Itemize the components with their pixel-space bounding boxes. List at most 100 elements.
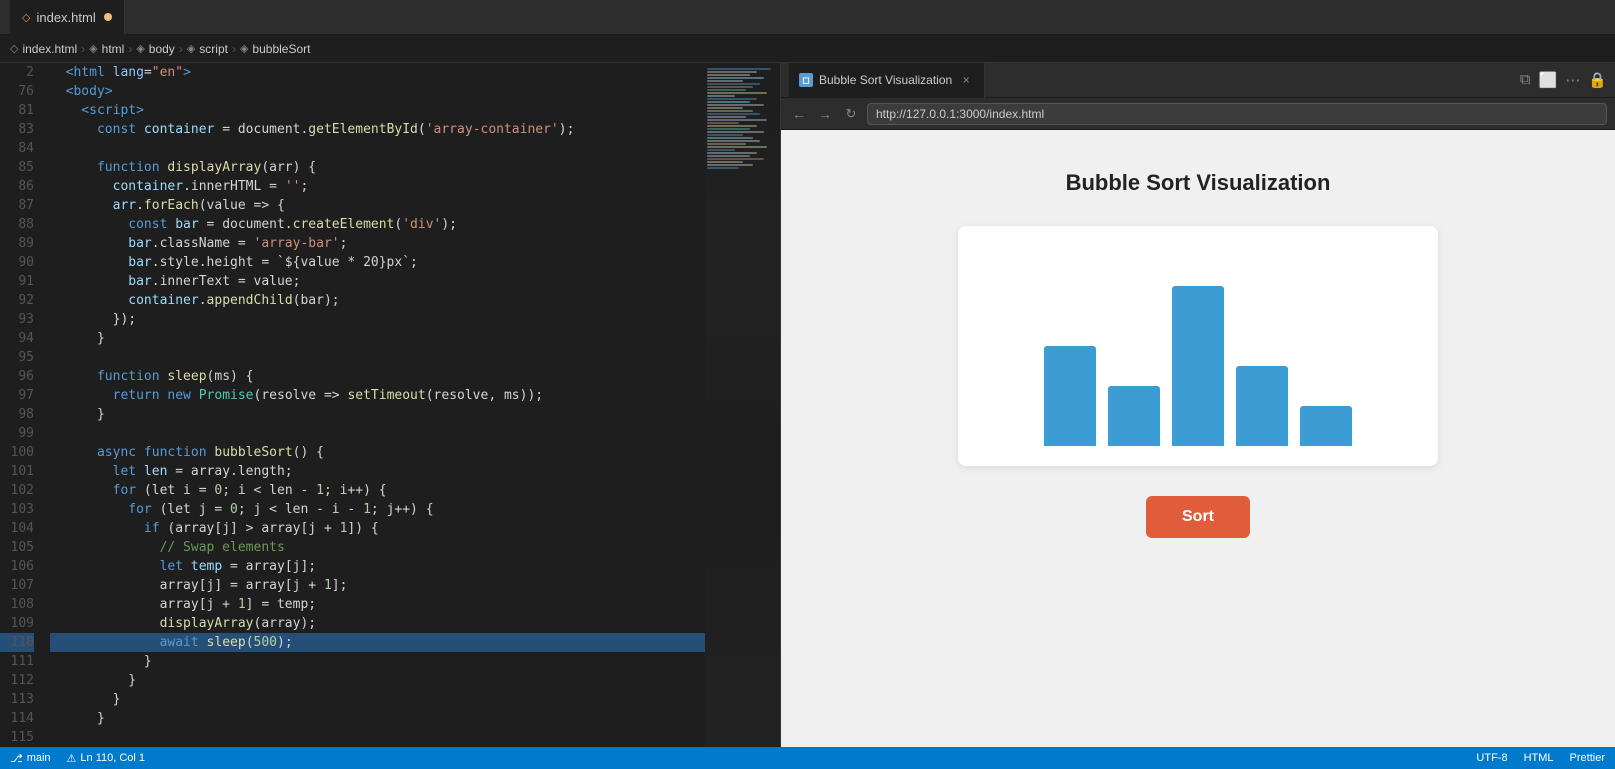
more-actions-icon[interactable]: ⋯ — [1565, 71, 1580, 89]
code-line: await sleep(500); — [50, 633, 705, 652]
line-numbers: 2768183848586878889909192939495969798991… — [0, 63, 40, 747]
breadcrumb-fn-icon: ◈ — [240, 42, 248, 55]
breadcrumb-item-0[interactable]: index.html — [22, 42, 77, 56]
code-line: container.appendChild(bar); — [50, 291, 705, 310]
bar-rect — [1108, 386, 1160, 446]
code-line: <html lang="en"> — [50, 63, 705, 82]
breadcrumb-item-4[interactable]: bubbleSort — [252, 42, 310, 56]
minimap — [705, 63, 780, 747]
bar-item: 2 — [1300, 387, 1352, 446]
breadcrumb: ◇ index.html › ◈ html › ◈ body › ◈ scrip… — [0, 35, 1615, 63]
bar-item: 3 — [1108, 367, 1160, 446]
bar-item: 5 — [1044, 327, 1096, 446]
status-branch: ⎇ main — [10, 752, 51, 765]
main-content: 2768183848586878889909192939495969798991… — [0, 63, 1615, 747]
code-line — [50, 728, 705, 747]
git-branch-icon: ⎇ — [10, 752, 23, 765]
code-lines[interactable]: <html lang="en"> <body> <script> const c… — [40, 63, 705, 747]
code-line: return new Promise(resolve => setTimeout… — [50, 386, 705, 405]
sort-button[interactable]: Sort — [1146, 496, 1250, 538]
viz-title: Bubble Sort Visualization — [1066, 170, 1331, 196]
code-line: } — [50, 709, 705, 728]
back-button[interactable]: ← — [789, 104, 809, 124]
bar-item: 4 — [1236, 347, 1288, 446]
split-view-icon[interactable]: ⬜ — [1539, 71, 1558, 89]
code-line: async function bubbleSort() { — [50, 443, 705, 462]
split-editor-icon[interactable]: ⧉ — [1520, 71, 1531, 89]
lock-icon: 🔒 — [1588, 71, 1607, 89]
preview-tab-bar: ◻ Bubble Sort Visualization × ⧉ ⬜ ⋯ 🔒 — [781, 63, 1615, 98]
bars-container: 5 3 8 4 2 — [958, 226, 1438, 466]
tab-label: index.html — [36, 10, 95, 25]
code-line: } — [50, 405, 705, 424]
code-line: bar.className = 'array-bar'; — [50, 234, 705, 253]
code-line: function sleep(ms) { — [50, 367, 705, 386]
bar-rect — [1044, 346, 1096, 446]
preview-content: Bubble Sort Visualization 5 3 8 4 2 Sort — [781, 130, 1615, 747]
bar-label: 3 — [1130, 367, 1137, 382]
breadcrumb-html-icon2: ◈ — [89, 42, 97, 55]
code-line: if (array[j] > array[j + 1]) { — [50, 519, 705, 538]
editor-panel: 2768183848586878889909192939495969798991… — [0, 63, 780, 747]
code-line: const bar = document.createElement('div'… — [50, 215, 705, 234]
code-line: bar.innerText = value; — [50, 272, 705, 291]
preview-tab[interactable]: ◻ Bubble Sort Visualization × — [789, 63, 985, 98]
code-line: container.innerHTML = ''; — [50, 177, 705, 196]
code-line — [50, 424, 705, 443]
code-line: displayArray(array); — [50, 614, 705, 633]
breadcrumb-body-icon: ◈ — [136, 42, 144, 55]
bar-rect — [1300, 406, 1352, 446]
status-bar: ⎇ main ⚠ Ln 110, Col 1 UTF-8 HTML Pretti… — [0, 747, 1615, 769]
bar-label: 4 — [1258, 347, 1265, 362]
editor-tab[interactable]: ◇ index.html — [10, 0, 125, 35]
code-line — [50, 139, 705, 158]
bar-rect — [1172, 286, 1224, 446]
breadcrumb-item-2[interactable]: body — [149, 42, 175, 56]
bar-item: 8 — [1172, 267, 1224, 446]
breadcrumb-html-icon: ◇ — [10, 42, 18, 55]
code-line: } — [50, 329, 705, 348]
status-errors: ⚠ Ln 110, Col 1 — [67, 752, 146, 765]
code-line — [50, 348, 705, 367]
bar-label: 2 — [1322, 387, 1329, 402]
code-line: const container = document.getElementByI… — [50, 120, 705, 139]
bar-rect — [1236, 366, 1288, 446]
code-line: for (let i = 0; i < len - 1; i++) { — [50, 481, 705, 500]
address-input[interactable] — [867, 103, 1607, 125]
code-line: } — [50, 652, 705, 671]
breadcrumb-item-1[interactable]: html — [102, 42, 125, 56]
code-line: let temp = array[j]; — [50, 557, 705, 576]
code-area[interactable]: 2768183848586878889909192939495969798991… — [0, 63, 780, 747]
code-line: for (let j = 0; j < len - i - 1; j++) { — [50, 500, 705, 519]
code-line: let len = array.length; — [50, 462, 705, 481]
code-line: array[j + 1] = temp; — [50, 595, 705, 614]
forward-button[interactable]: → — [815, 104, 835, 124]
address-bar-row: ← → ↻ — [781, 98, 1615, 130]
preview-tab-label: Bubble Sort Visualization — [819, 73, 952, 87]
code-line: function displayArray(arr) { — [50, 158, 705, 177]
status-language: HTML — [1524, 752, 1554, 764]
breadcrumb-item-3[interactable]: script — [199, 42, 228, 56]
refresh-button[interactable]: ↻ — [841, 104, 861, 124]
preview-tab-close-button[interactable]: × — [958, 72, 974, 88]
code-line: } — [50, 671, 705, 690]
status-right: UTF-8 HTML Prettier — [1476, 752, 1605, 764]
code-line: arr.forEach(value => { — [50, 196, 705, 215]
status-encoding: UTF-8 — [1476, 752, 1507, 764]
code-line: <script> — [50, 101, 705, 120]
bar-label: 5 — [1066, 327, 1073, 342]
status-position: Ln 110, Col 1 — [80, 752, 145, 764]
code-line: bar.style.height = `${value * 20}px`; — [50, 253, 705, 272]
preview-tab-icon: ◻ — [799, 73, 813, 87]
preview-panel: ◻ Bubble Sort Visualization × ⧉ ⬜ ⋯ 🔒 ← … — [780, 63, 1615, 747]
code-line: <body> — [50, 82, 705, 101]
error-icon: ⚠ — [67, 752, 77, 765]
code-line: } — [50, 690, 705, 709]
minimap-content — [705, 63, 780, 747]
status-formatter: Prettier — [1570, 752, 1605, 764]
code-line: array[j] = array[j + 1]; — [50, 576, 705, 595]
title-bar: ◇ index.html — [0, 0, 1615, 35]
tab-icon: ◇ — [22, 11, 30, 24]
bar-label: 8 — [1194, 267, 1201, 282]
preview-toolbar-icons: ⧉ ⬜ ⋯ 🔒 — [1520, 71, 1607, 89]
